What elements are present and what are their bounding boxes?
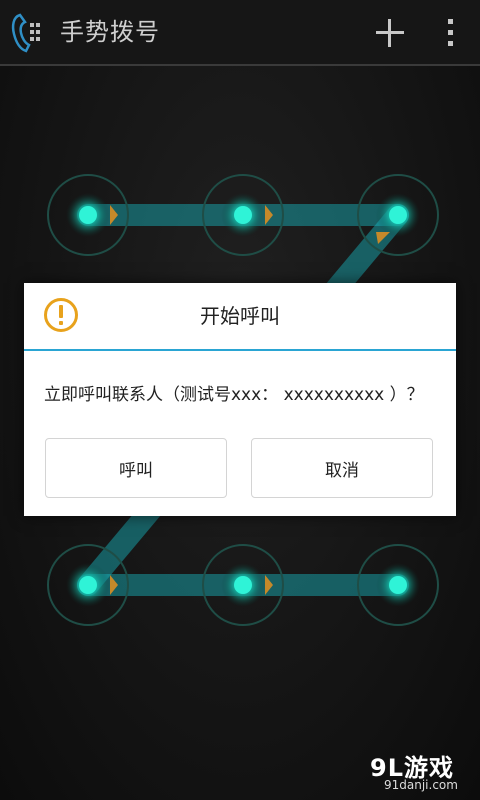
plus-icon[interactable] xyxy=(370,13,410,53)
cancel-button[interactable]: 取消 xyxy=(251,438,433,498)
dialog-title: 开始呼叫 xyxy=(200,304,280,328)
app-screen: 手势拨号 开始呼叫 立即呼叫联系人（测试号xxx： xxxxxxxxxx ）？ … xyxy=(0,0,480,800)
dialog-message: 立即呼叫联系人（测试号xxx： xxxxxxxxxx ）？ xyxy=(44,385,424,405)
call-confirm-dialog: 开始呼叫 立即呼叫联系人（测试号xxx： xxxxxxxxxx ）？ 呼叫 取消 xyxy=(24,283,456,516)
watermark-logo: 9L游戏 91danji.com xyxy=(370,748,476,798)
overflow-menu-icon[interactable] xyxy=(438,13,462,53)
watermark-url: 91danji.com xyxy=(384,778,458,792)
action-bar: 手势拨号 xyxy=(0,0,480,66)
dialog-header: 开始呼叫 xyxy=(24,283,456,351)
warning-icon xyxy=(44,298,78,332)
phone-keypad-icon xyxy=(11,13,40,53)
app-title: 手势拨号 xyxy=(60,18,160,46)
call-button[interactable]: 呼叫 xyxy=(45,438,227,498)
